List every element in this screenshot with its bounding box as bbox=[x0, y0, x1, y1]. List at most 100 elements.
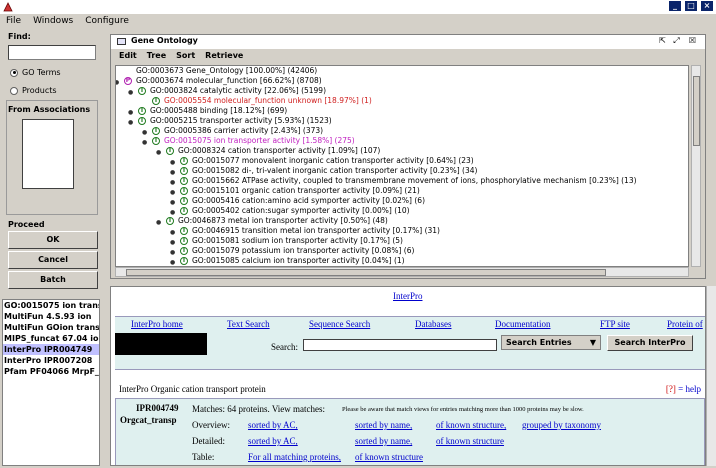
nav-protein-of[interactable]: Protein of bbox=[667, 319, 703, 329]
tree-node[interactable]: ● I GO:0003824 catalytic activity [22.06%]… bbox=[128, 86, 327, 96]
undock-icon[interactable]: ⇱ bbox=[657, 36, 668, 45]
close-button[interactable]: × bbox=[700, 0, 714, 12]
table-known-structure-link[interactable]: of known structure bbox=[355, 452, 423, 462]
table-all-matching-link[interactable]: For all matching proteins, bbox=[248, 452, 341, 462]
help-link[interactable]: [?] = help bbox=[666, 384, 701, 394]
minimize-button[interactable]: _ bbox=[668, 0, 682, 12]
tree-node[interactable]: ● I GO:0015081 sodium ion transporter acti… bbox=[170, 236, 403, 246]
menu-sort[interactable]: Sort bbox=[176, 50, 195, 62]
menu-file[interactable]: File bbox=[6, 14, 21, 28]
tree-node-label: GO:0015662 ATPase activity, coupled to t… bbox=[192, 176, 637, 185]
expand-icon[interactable]: ● bbox=[142, 128, 147, 138]
list-item[interactable]: MultiFun 4.S.93 ion bbox=[3, 311, 99, 322]
tree-node[interactable]: ● I GO:0015082 di-, tri-valent inorganic c… bbox=[170, 166, 477, 176]
menu-tree[interactable]: Tree bbox=[147, 50, 166, 62]
web-vertical-scrollbar[interactable] bbox=[706, 286, 716, 466]
collapse-icon[interactable]: ● bbox=[116, 78, 119, 88]
tree-node[interactable]: ● I GO:0005416 cation:amino acid symporter… bbox=[170, 196, 425, 206]
search-interpro-button[interactable]: Search InterPro bbox=[607, 335, 693, 351]
menu-windows[interactable]: Windows bbox=[33, 14, 73, 28]
list-item[interactable]: Pfam PF04066 MrpF_Ph bbox=[3, 366, 99, 377]
tree-node[interactable]: ● I GO:0005488 binding [18.12%] (699) bbox=[128, 106, 287, 116]
tree-node[interactable]: ● I GO:0015079 potassium ion transporter a… bbox=[170, 246, 414, 256]
tree-node[interactable]: I GO:0005554 molecular_function unknown [… bbox=[150, 96, 372, 106]
tree-node[interactable]: ● P GO:0003674 molecular_function [66.62%]… bbox=[116, 76, 322, 86]
tree-node[interactable]: GO:0003673 Gene_Ontology [100.00%] (4240… bbox=[122, 66, 317, 76]
list-item[interactable]: InterPro IPR007208 bbox=[3, 355, 99, 366]
overview-sorted-ac-link[interactable]: sorted by AC, bbox=[248, 420, 298, 430]
expand-icon[interactable]: ● bbox=[170, 228, 175, 238]
detailed-known-structure-link[interactable]: of known structure bbox=[436, 436, 504, 446]
search-type-select[interactable]: Search Entries ▼ bbox=[501, 335, 601, 350]
go-tree[interactable]: GO:0003673 Gene_Ontology [100.00%] (4240… bbox=[115, 65, 689, 267]
expand-icon[interactable]: ● bbox=[128, 108, 133, 118]
matches-text: Matches: 64 proteins. View matches: bbox=[192, 404, 326, 414]
detailed-sorted-name-link[interactable]: sorted by name, bbox=[355, 436, 412, 446]
nav-databases[interactable]: Databases bbox=[415, 319, 451, 329]
tree-node[interactable]: ● I GO:0015085 calcium ion transporter act… bbox=[170, 256, 405, 266]
interpro-link[interactable]: InterPro bbox=[393, 291, 423, 301]
list-item-selected[interactable]: InterPro IPR004749 bbox=[3, 344, 99, 355]
expand-icon[interactable]: ● bbox=[170, 168, 175, 178]
tree-node[interactable]: ● I GO:0005402 cation:sugar symporter acti… bbox=[170, 206, 410, 216]
scrollbar-thumb[interactable] bbox=[693, 76, 700, 146]
overview-grouped-taxonomy-link[interactable]: grouped by taxonomy bbox=[522, 420, 601, 430]
scrollbar-thumb[interactable] bbox=[126, 269, 606, 276]
tree-node-label: GO:0005386 carrier activity [2.43%] (373… bbox=[164, 126, 324, 135]
expand-icon[interactable]: ● bbox=[170, 158, 175, 168]
tree-horizontal-scrollbar[interactable] bbox=[115, 267, 689, 277]
tree-node[interactable]: ● I GO:0046873 metal ion transporter activ… bbox=[156, 216, 388, 226]
batch-button[interactable]: Batch bbox=[8, 271, 98, 289]
cancel-button[interactable]: Cancel bbox=[8, 251, 98, 269]
menu-retrieve[interactable]: Retrieve bbox=[205, 50, 243, 62]
collapse-icon[interactable]: ● bbox=[156, 218, 161, 228]
collapse-icon[interactable]: ● bbox=[142, 138, 147, 148]
expand-icon[interactable]: ● bbox=[170, 258, 175, 266]
left-panel: Find: GO Terms Products From Association… bbox=[2, 30, 100, 292]
tree-node[interactable]: ● I GO:0008324 cation transporter activity… bbox=[156, 146, 380, 156]
expand-icon[interactable]: ● bbox=[170, 198, 175, 208]
overview-sorted-name-link[interactable]: sorted by name, bbox=[355, 420, 412, 430]
collapse-icon[interactable]: ● bbox=[156, 148, 161, 158]
tree-node[interactable]: ● I GO:0015662 ATPase activity, coupled to… bbox=[170, 176, 637, 186]
tree-node-label: GO:0003824 catalytic activity [22.06%] (… bbox=[150, 86, 327, 95]
nav-documentation[interactable]: Documentation bbox=[495, 319, 551, 329]
ok-button[interactable]: OK bbox=[8, 231, 98, 249]
radio-go-terms[interactable]: GO Terms bbox=[10, 68, 61, 77]
history-list[interactable]: GO:0015075 ion transpo MultiFun 4.S.93 i… bbox=[2, 299, 100, 466]
nav-ftp-site[interactable]: FTP site bbox=[600, 319, 630, 329]
tree-node[interactable]: ● I GO:0046915 transition metal ion transp… bbox=[170, 226, 440, 236]
list-item[interactable]: MultiFun GOion transpo bbox=[3, 322, 99, 333]
associations-list[interactable] bbox=[22, 119, 74, 189]
info-badge-icon: I bbox=[180, 157, 188, 165]
nav-interpro-home[interactable]: InterPro home bbox=[131, 319, 183, 329]
collapse-icon[interactable]: ● bbox=[128, 118, 133, 128]
info-badge-icon: I bbox=[180, 237, 188, 245]
tree-node[interactable]: ● I GO:0005215 transporter activity [5.93%… bbox=[128, 116, 332, 126]
maximize-icon[interactable]: ⤢ bbox=[671, 36, 682, 46]
expand-icon[interactable]: ● bbox=[170, 178, 175, 188]
expand-icon[interactable]: ● bbox=[170, 188, 175, 198]
list-item[interactable]: GO:0015075 ion transpo bbox=[3, 300, 99, 311]
radio-products[interactable]: Products bbox=[10, 86, 57, 95]
tree-vertical-scrollbar[interactable] bbox=[691, 65, 701, 267]
expand-icon[interactable]: ● bbox=[170, 248, 175, 258]
detailed-sorted-ac-link[interactable]: sorted by AC, bbox=[248, 436, 298, 446]
list-item[interactable]: MIPS_funcat 67.04 ion tr bbox=[3, 333, 99, 344]
menu-configure[interactable]: Configure bbox=[85, 14, 129, 28]
protein-badge-icon: P bbox=[124, 77, 132, 85]
overview-known-structure-link[interactable]: of known structure, bbox=[436, 420, 506, 430]
tree-node[interactable]: ● I GO:0005386 carrier activity [2.43%] (3… bbox=[142, 126, 324, 136]
close-icon[interactable]: ☒ bbox=[687, 36, 698, 45]
nav-text-search[interactable]: Text Search bbox=[227, 319, 270, 329]
maximize-button[interactable]: □ bbox=[684, 0, 698, 12]
tree-node[interactable]: ● I GO:0015077 monovalent inorganic cation… bbox=[170, 156, 474, 166]
menu-edit[interactable]: Edit bbox=[119, 50, 137, 62]
find-input[interactable] bbox=[8, 45, 96, 60]
expand-icon[interactable]: ● bbox=[128, 88, 133, 98]
interpro-search-input[interactable] bbox=[303, 339, 497, 351]
tree-node[interactable]: ● I GO:0015101 organic cation transporter … bbox=[170, 186, 420, 196]
expand-icon[interactable]: ● bbox=[170, 238, 175, 248]
nav-sequence-search[interactable]: Sequence Search bbox=[309, 319, 370, 329]
tree-node-selected[interactable]: ● I GO:0015075 ion transporter activity [1… bbox=[142, 136, 355, 146]
